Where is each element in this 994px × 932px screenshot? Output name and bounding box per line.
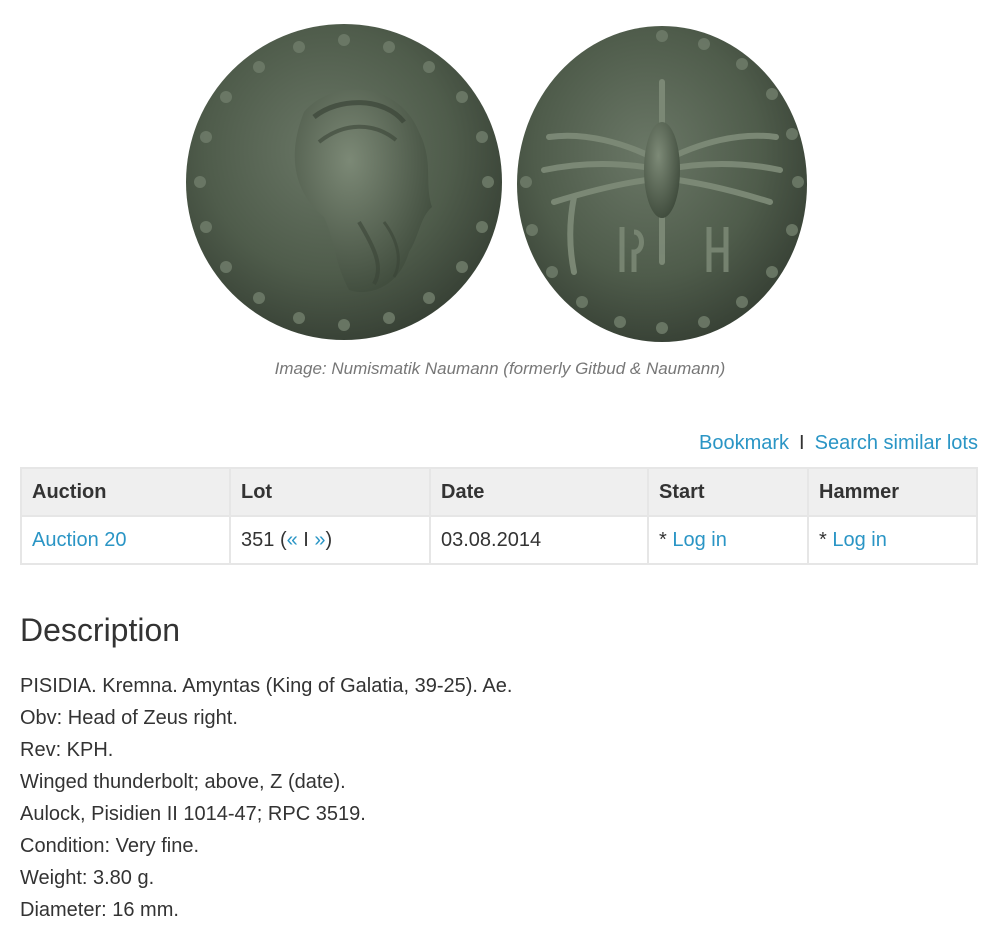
lot-nav-separator: I (303, 528, 309, 551)
bookmark-link[interactable]: Bookmark (699, 432, 789, 454)
description-line: Weight: 3.80 g. (20, 867, 155, 889)
lot-page: Image: Numismatik Naumann (formerly Gitb… (0, 0, 994, 932)
header-date: Date (429, 467, 649, 517)
image-caption: Image: Numismatik Naumann (formerly Gitb… (274, 359, 726, 378)
coin-photo (186, 24, 807, 342)
cell-lot: 351 (« I ») (229, 515, 431, 565)
description-line: Winged thunderbolt; above, Z (date). (20, 771, 346, 793)
description-title: Description (20, 612, 181, 648)
coin-images (184, 22, 810, 352)
description-line: Aulock, Pisidien II 1014-47; RPC 3519. (20, 803, 366, 825)
reverse-coin (517, 26, 807, 342)
next-lot-link[interactable]: » (314, 529, 325, 551)
header-lot: Lot (229, 467, 431, 517)
previous-lot-link[interactable]: « (287, 529, 298, 551)
start-login-link[interactable]: Log in (672, 529, 727, 551)
cell-auction: Auction 20 (20, 515, 231, 565)
cell-date: 03.08.2014 (429, 515, 649, 565)
lot-number: 351 (241, 528, 275, 551)
table-row: Auction 20 351 (« I ») 03.08.2014 * Log … (20, 515, 978, 565)
search-similar-lots-link[interactable]: Search similar lots (815, 432, 978, 454)
cell-start: * Log in (647, 515, 809, 565)
description-line: Condition: Very fine. (20, 835, 199, 857)
lot-nav-close-paren: ) (325, 528, 333, 551)
header-start: Start (647, 467, 809, 517)
auction-link[interactable]: Auction 20 (32, 529, 127, 551)
description-line: PISIDIA. Kremna. Amyntas (King of Galati… (20, 675, 513, 697)
description-line: Diameter: 16 mm. (20, 899, 179, 921)
actions-separator: I (799, 432, 805, 454)
lot-info-table: Auction Lot Date Start Hammer Auction 20… (20, 467, 978, 565)
cell-hammer: * Log in (807, 515, 978, 565)
hammer-prefix: * (819, 528, 827, 551)
header-hammer: Hammer (807, 467, 978, 517)
lot-nav-open-paren: ( (279, 528, 287, 551)
description-line: Obv: Head of Zeus right. (20, 707, 238, 729)
header-auction: Auction (20, 467, 231, 517)
obverse-coin (186, 24, 502, 340)
description-line: Rev: KPH. (20, 739, 114, 761)
lot-actions: Bookmark I Search similar lots (699, 432, 978, 455)
description-text: PISIDIA. Kremna. Amyntas (King of Galati… (20, 670, 512, 926)
hammer-login-link[interactable]: Log in (832, 529, 887, 551)
start-prefix: * (659, 528, 667, 551)
table-header-row: Auction Lot Date Start Hammer (20, 467, 978, 517)
